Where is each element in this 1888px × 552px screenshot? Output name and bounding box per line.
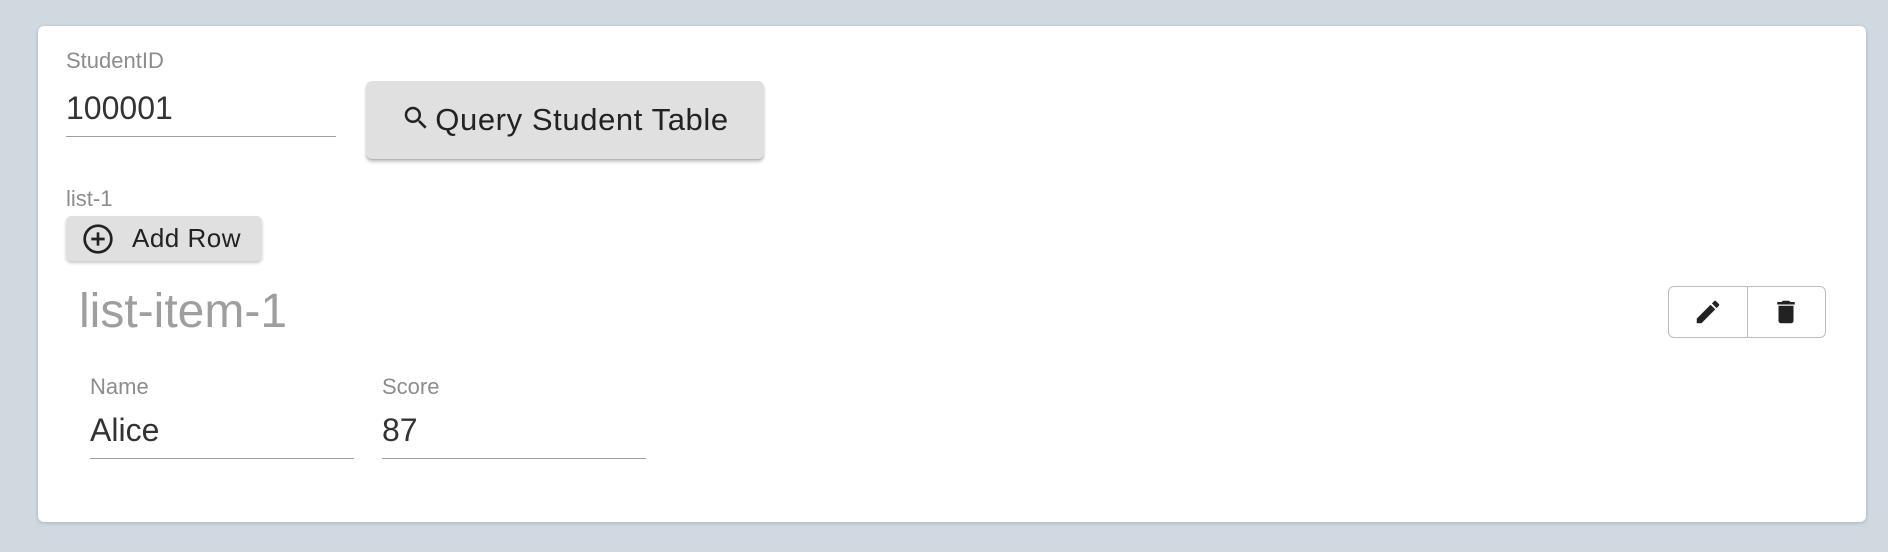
name-label: Name: [90, 374, 149, 399]
student-id-input[interactable]: 100001: [66, 88, 336, 137]
name-input[interactable]: Alice: [90, 410, 354, 459]
name-field: Name Alice: [90, 374, 354, 459]
list-label: list-1: [66, 186, 113, 211]
trash-icon: [1777, 300, 1795, 324]
student-id-label: StudentID: [66, 48, 164, 73]
query-button-label: Query Student Table: [435, 102, 729, 137]
pencil-icon: [1696, 300, 1720, 324]
form-card: StudentID 100001 Query Student Table lis…: [38, 26, 1866, 522]
add-circle-icon: [83, 223, 113, 254]
add-row-label: Add Row: [132, 223, 241, 253]
score-input[interactable]: 87: [382, 410, 646, 459]
query-student-table-button[interactable]: Query Student Table: [366, 81, 764, 159]
list-item-actions: [1668, 286, 1826, 338]
score-label: Score: [382, 374, 440, 399]
search-icon: [405, 106, 427, 129]
list-item-title: list-item-1: [79, 285, 288, 338]
delete-button[interactable]: [1746, 287, 1826, 337]
score-field: Score 87: [382, 374, 646, 459]
student-id-field: StudentID 100001: [66, 48, 336, 137]
add-row-button[interactable]: Add Row: [66, 216, 262, 261]
edit-button[interactable]: [1669, 287, 1747, 337]
